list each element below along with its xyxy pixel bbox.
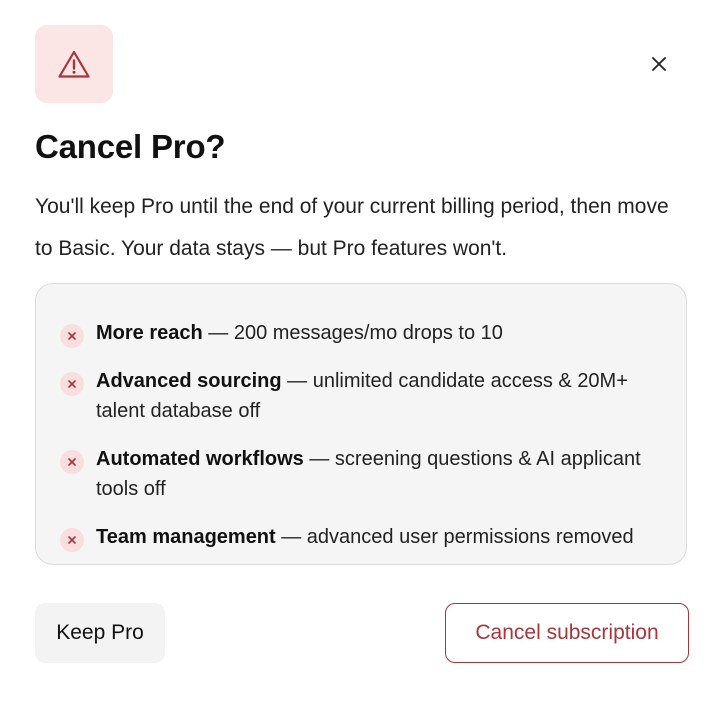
warning-icon-tile xyxy=(35,25,113,103)
x-icon xyxy=(60,528,84,552)
lost-feature-item: Automated workflows — screening question… xyxy=(60,420,660,504)
lost-feature-text: Advanced sourcing — unlimited candidate … xyxy=(96,366,660,426)
lost-feature-text: Automated workflows — screening question… xyxy=(96,444,660,504)
lost-feature-title: Team management xyxy=(96,526,276,548)
lost-feature-item: Advanced sourcing — unlimited candidate … xyxy=(60,342,660,426)
lost-feature-text: Team management — advanced user permissi… xyxy=(96,522,634,552)
warning-triangle-icon xyxy=(58,50,90,78)
close-icon xyxy=(652,57,666,71)
cancel-pro-dialog: Cancel Pro? You'll keep Pro until the en… xyxy=(0,0,722,704)
lost-feature-detail: — 200 messages/mo drops to 10 xyxy=(202,322,503,344)
dialog-description: You'll keep Pro until the end of your cu… xyxy=(35,195,669,260)
x-icon xyxy=(60,450,84,474)
keep-pro-button[interactable]: Keep Pro xyxy=(35,603,165,663)
x-icon xyxy=(60,372,84,396)
cancel-subscription-button[interactable]: Cancel subscription xyxy=(445,603,689,663)
close-button[interactable] xyxy=(640,45,678,83)
lost-feature-title: Advanced sourcing xyxy=(96,370,282,392)
lost-feature-title: Automated workflows xyxy=(96,448,304,470)
lost-features-panel: More reach — 200 messages/mo drops to 10… xyxy=(35,283,687,565)
lost-feature-item: More reach — 200 messages/mo drops to 10 xyxy=(60,294,660,348)
dialog-title: Cancel Pro? xyxy=(35,128,226,165)
lost-feature-title: More reach xyxy=(96,322,203,344)
lost-feature-detail: — advanced user permissions removed xyxy=(275,526,634,548)
lost-feature-item: Team management — advanced user permissi… xyxy=(60,498,660,552)
